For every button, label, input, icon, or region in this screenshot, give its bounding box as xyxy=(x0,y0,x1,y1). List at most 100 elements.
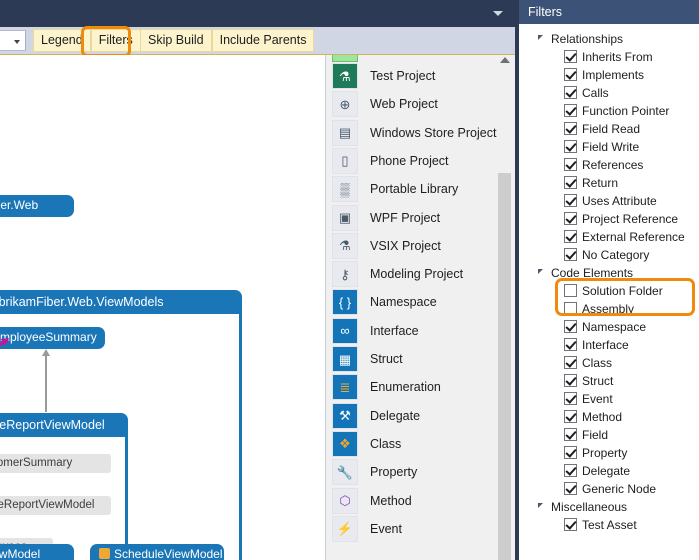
legend-item[interactable]: ∞ Interface xyxy=(326,317,491,345)
filter-item[interactable]: Inherits From xyxy=(519,48,699,66)
diagram-member[interactable]: ployeeReportViewModel xyxy=(0,496,111,515)
checkbox-checked-icon[interactable] xyxy=(564,50,577,63)
filter-item[interactable]: Uses Attribute xyxy=(519,192,699,210)
filter-item[interactable]: No Category xyxy=(519,246,699,264)
legend-item[interactable]: ▦ Struct xyxy=(326,345,491,373)
filters-tree[interactable]: Relationships Inherits From Implements Call… xyxy=(519,24,699,560)
filter-item[interactable]: Event xyxy=(519,390,699,408)
checkbox-checked-icon[interactable] xyxy=(564,374,577,387)
legend-button[interactable]: Legend xyxy=(33,29,91,52)
legend-item[interactable]: { } Namespace xyxy=(326,288,491,316)
checkbox-unchecked-icon[interactable] xyxy=(564,284,577,297)
filter-item[interactable]: References xyxy=(519,156,699,174)
dependency-diagram-canvas[interactable]: kamFiber.Web FabrikamFiber.Web.ViewModel… xyxy=(0,55,325,560)
filter-item[interactable]: Solution Folder xyxy=(519,282,699,300)
filters-panel[interactable]: Filters Relationships Inherits From Implem… xyxy=(515,0,699,560)
struct-icon: ▦ xyxy=(332,346,358,372)
filter-item[interactable]: Project Reference xyxy=(519,210,699,228)
filter-item[interactable]: Implements xyxy=(519,66,699,84)
filter-item[interactable]: Generic Node xyxy=(519,480,699,498)
filter-item[interactable]: Test Asset xyxy=(519,516,699,534)
checkbox-checked-icon[interactable] xyxy=(564,320,577,333)
checkbox-checked-icon[interactable] xyxy=(564,410,577,423)
legend-item[interactable]: ▣ WPF Project xyxy=(326,204,491,232)
filter-item-label: Struct xyxy=(582,374,614,388)
checkbox-checked-icon[interactable] xyxy=(564,86,577,99)
legend-item[interactable]: ⚒ Delegate xyxy=(326,402,491,430)
checkbox-checked-icon[interactable] xyxy=(564,212,577,225)
filter-item[interactable]: Function Pointer xyxy=(519,102,699,120)
filter-item[interactable]: Class xyxy=(519,354,699,372)
filter-item[interactable]: Namespace xyxy=(519,318,699,336)
filter-item[interactable]: Method xyxy=(519,408,699,426)
legend-item[interactable]: ⊕ Web Project xyxy=(326,90,491,118)
chevron-down-icon[interactable] xyxy=(493,11,503,16)
legend-item[interactable]: ▯ Phone Project xyxy=(326,147,491,175)
legend-panel[interactable]: ⚗ Test Project ⊕ Web Project ▤ Windows Store … xyxy=(325,55,516,560)
checkbox-checked-icon[interactable] xyxy=(564,176,577,189)
checkbox-checked-icon[interactable] xyxy=(564,68,577,81)
checkbox-checked-icon[interactable] xyxy=(564,140,577,153)
dropdown-arrow-icon[interactable] xyxy=(14,40,20,44)
skip-build-button[interactable]: Skip Build xyxy=(140,29,212,52)
legend-scrollbar[interactable] xyxy=(497,55,512,560)
expander-icon[interactable] xyxy=(538,503,543,508)
checkbox-checked-icon[interactable] xyxy=(564,356,577,369)
filter-item[interactable]: External Reference xyxy=(519,228,699,246)
filter-item-label: Assembly xyxy=(582,302,635,316)
diagram-member[interactable]: tCustomerSummary xyxy=(0,454,111,473)
checkbox-checked-icon[interactable] xyxy=(564,482,577,495)
toolbar-group-options: Skip Build Include Parents xyxy=(140,29,315,52)
diagram-group-employee-report-viewmodel[interactable]: mployeeReportViewModel tCustomerSummary … xyxy=(0,413,128,560)
filter-item[interactable]: Delegate xyxy=(519,462,699,480)
checkbox-checked-icon[interactable] xyxy=(564,518,577,531)
filter-group-code-elements[interactable]: Code Elements xyxy=(519,264,699,282)
legend-item[interactable]: 🔧 Property xyxy=(326,458,491,486)
filter-item[interactable]: Field xyxy=(519,426,699,444)
scroll-up-arrow-icon[interactable] xyxy=(500,57,510,63)
checkbox-checked-icon[interactable] xyxy=(564,464,577,477)
legend-item[interactable]: ⚗ VSIX Project xyxy=(326,232,491,260)
legend-item-label: Interface xyxy=(370,323,419,338)
filter-item[interactable]: Assembly xyxy=(519,300,699,318)
scrollbar-thumb[interactable] xyxy=(498,173,511,560)
expander-icon[interactable] xyxy=(538,269,543,274)
checkbox-unchecked-icon[interactable] xyxy=(564,302,577,315)
filter-group-miscellaneous[interactable]: Miscellaneous xyxy=(519,498,699,516)
legend-item[interactable]: ▤ Windows Store Project xyxy=(326,119,496,147)
filter-group-relationships[interactable]: Relationships xyxy=(519,30,699,48)
checkbox-checked-icon[interactable] xyxy=(564,446,577,459)
filters-button[interactable]: Filters xyxy=(90,29,141,52)
filter-item[interactable]: Field Read xyxy=(519,120,699,138)
legend-item[interactable]: ❖ Class xyxy=(326,430,491,458)
diagram-node[interactable]: nViewModel xyxy=(0,544,74,560)
legend-item[interactable]: ⚡ Event xyxy=(326,515,491,543)
filter-item[interactable]: Field Write xyxy=(519,138,699,156)
checkbox-checked-icon[interactable] xyxy=(564,194,577,207)
checkbox-checked-icon[interactable] xyxy=(564,230,577,243)
checkbox-checked-icon[interactable] xyxy=(564,158,577,171)
wpf-project-icon: ▣ xyxy=(332,204,358,231)
filter-item[interactable]: Property xyxy=(519,444,699,462)
checkbox-checked-icon[interactable] xyxy=(564,392,577,405)
legend-item[interactable]: ⬡ Method xyxy=(326,487,491,515)
filter-item[interactable]: Interface xyxy=(519,336,699,354)
filter-item[interactable]: Struct xyxy=(519,372,699,390)
filter-item[interactable]: Calls xyxy=(519,84,699,102)
legend-item[interactable]: ⚗ Test Project xyxy=(326,62,491,90)
legend-item[interactable]: ≣ Enumeration xyxy=(326,373,491,401)
diagram-node[interactable]: kamFiber.Web xyxy=(0,195,74,217)
legend-item[interactable]: ⚷ Modeling Project xyxy=(326,260,491,288)
diagram-node-schedule-viewmodel[interactable]: ScheduleViewModel xyxy=(90,544,224,560)
expander-icon[interactable] xyxy=(538,35,543,40)
zoom-level-combo[interactable]: 59 xyxy=(0,30,26,51)
checkbox-checked-icon[interactable] xyxy=(564,122,577,135)
checkbox-checked-icon[interactable] xyxy=(564,104,577,117)
include-parents-button[interactable]: Include Parents xyxy=(211,29,315,52)
checkbox-checked-icon[interactable] xyxy=(564,338,577,351)
filter-item[interactable]: Return xyxy=(519,174,699,192)
legend-item[interactable]: ▒ Portable Library xyxy=(326,175,491,203)
diagram-node-employee-summary[interactable]: EmployeeSummary xyxy=(0,327,105,349)
checkbox-checked-icon[interactable] xyxy=(564,428,577,441)
checkbox-checked-icon[interactable] xyxy=(564,248,577,261)
